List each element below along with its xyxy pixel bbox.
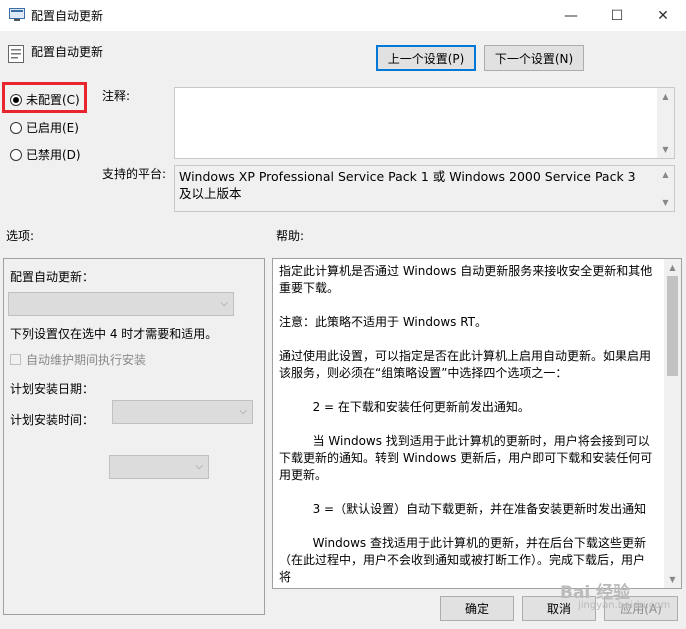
radio-enabled[interactable]: 已启用(E) <box>10 119 79 136</box>
platform-value: Windows XP Professional Service Pack 1 或… <box>179 169 636 201</box>
options-section-label: 选项: <box>6 229 35 243</box>
scroll-down-icon[interactable]: ▼ <box>657 141 674 158</box>
configure-updates-label: 配置自动更新： <box>10 270 95 284</box>
checkbox-box <box>10 354 21 365</box>
close-icon: ✕ <box>657 7 669 24</box>
chevron-down-icon: ⌵ <box>220 298 228 309</box>
radio-label: 未配置(C) <box>26 93 80 107</box>
scroll-down-icon[interactable]: ▼ <box>664 571 681 588</box>
checkbox-label: 自动维护期间执行安装 <box>26 353 147 367</box>
radio-indicator <box>10 148 22 161</box>
install-day-label: 计划安装日期： <box>10 382 95 396</box>
platform-scrollbar[interactable]: ▲ ▼ <box>657 166 674 211</box>
close-button[interactable]: ✕ <box>640 0 686 31</box>
radio-indicator <box>10 93 22 106</box>
install-time-dropdown[interactable]: ⌵ <box>109 455 209 479</box>
title-bar: 配置自动更新 — ☐ ✕ <box>0 0 686 31</box>
chevron-down-icon: ⌵ <box>195 461 203 472</box>
maximize-icon: ☐ <box>610 7 624 24</box>
comment-scrollbar[interactable]: ▲ ▼ <box>657 88 674 158</box>
radio-indicator <box>10 121 22 134</box>
options-panel: 配置自动更新： ⌵ 下列设置仅在选中 4 时才需要和适用。 自动维护期间执行安装… <box>3 258 265 615</box>
radio-label: 已启用(E) <box>26 121 79 135</box>
ok-button[interactable]: 确定 <box>440 596 514 621</box>
options-note: 下列设置仅在选中 4 时才需要和适用。 <box>10 327 218 341</box>
radio-label: 已禁用(D) <box>26 148 81 162</box>
next-setting-button[interactable]: 下一个设置(N) <box>484 45 584 71</box>
install-day-dropdown[interactable]: ⌵ <box>112 400 253 424</box>
maintenance-install-checkbox[interactable]: 自动维护期间执行安装 <box>10 351 146 368</box>
policy-window-icon <box>9 8 25 21</box>
help-paragraph: 通过使用此设置，可以指定是否在此计算机上启用自动更新。如果启用该服务，则必须在“… <box>279 349 652 380</box>
scrollbar-thumb[interactable] <box>667 276 678 376</box>
minimize-button[interactable]: — <box>548 0 594 31</box>
scroll-up-icon[interactable]: ▲ <box>657 88 674 105</box>
help-section-label: 帮助: <box>276 229 305 243</box>
radio-disabled[interactable]: 已禁用(D) <box>10 146 81 163</box>
comment-label: 注释: <box>102 89 131 103</box>
help-panel: 指定此计算机是否通过 Windows 自动更新服务来接收安全更新和其他重要下载。… <box>272 258 682 589</box>
help-text: 指定此计算机是否通过 Windows 自动更新服务来接收安全更新和其他重要下载。… <box>279 263 655 603</box>
scroll-down-icon[interactable]: ▼ <box>657 194 674 211</box>
platform-textbox: Windows XP Professional Service Pack 1 或… <box>174 165 675 212</box>
scroll-up-icon[interactable]: ▲ <box>664 259 681 276</box>
platform-label: 支持的平台: <box>102 167 167 181</box>
configure-updates-dropdown[interactable]: ⌵ <box>8 292 234 316</box>
watermark-url: jingyan.baidu.com <box>578 600 671 611</box>
comment-textbox[interactable]: ▲ ▼ <box>174 87 675 159</box>
help-paragraph: 指定此计算机是否通过 Windows 自动更新服务来接收安全更新和其他重要下载。 <box>279 264 653 295</box>
radio-not-configured[interactable]: 未配置(C) <box>10 91 80 108</box>
scroll-up-icon[interactable]: ▲ <box>657 166 674 183</box>
window-title: 配置自动更新 <box>31 9 104 23</box>
help-paragraph: 当 Windows 找到适用于此计算机的更新时，用户将会接到可以下载更新的通知。… <box>279 434 653 482</box>
install-time-label: 计划安装时间： <box>10 413 95 427</box>
maximize-button[interactable]: ☐ <box>594 0 640 31</box>
help-paragraph: 注意：此策略不适用于 Windows RT。 <box>279 315 487 329</box>
help-paragraph: 3 =（默认设置）自动下载更新，并在准备安装更新时发出通知 <box>312 502 647 516</box>
help-paragraph: 2 = 在下载和安装任何更新前发出通知。 <box>312 400 530 414</box>
policy-setting-icon <box>8 45 24 63</box>
chevron-down-icon: ⌵ <box>239 406 247 417</box>
help-scrollbar[interactable]: ▲ ▼ <box>664 259 681 588</box>
previous-setting-button[interactable]: 上一个设置(P) <box>376 45 476 71</box>
policy-title: 配置自动更新 <box>31 45 104 59</box>
minimize-icon: — <box>564 7 578 24</box>
